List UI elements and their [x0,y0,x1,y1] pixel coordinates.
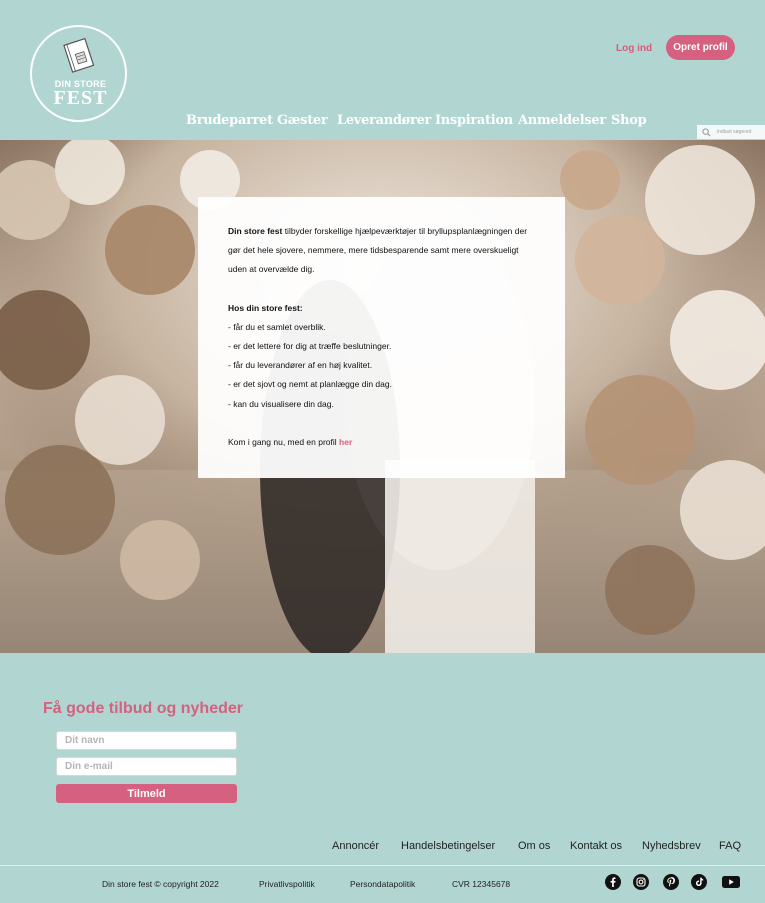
logo-line-2: FEST [53,87,108,109]
footer-link-nyhedsbrev[interactable]: Nyhedsbrev [642,840,701,852]
nav-gaester[interactable]: Gæster [277,113,328,128]
instagram-icon[interactable] [633,874,649,890]
youtube-icon[interactable] [722,874,740,890]
intro-list-title: Hos din store fest: [228,302,303,313]
footer-divider [0,865,765,866]
footer-link-faq[interactable]: FAQ [719,840,741,852]
newsletter-title: Få gode tilbud og nyheder [43,700,243,717]
intro-brand: Din store fest [228,226,283,236]
footer-link-handelsbetingelser[interactable]: Handelsbetingelser [401,840,495,852]
intro-card: Din store fest tilbyder forskellige hjæl… [198,197,565,478]
search-icon[interactable] [702,127,711,137]
facebook-icon[interactable] [605,874,621,890]
footer-link-om-os[interactable]: Om os [518,840,550,852]
notebook-icon [63,37,95,73]
intro-list-item: - kan du visualisere din dag. [228,398,334,409]
nav-brudeparret[interactable]: Brudeparret [186,113,273,128]
name-field[interactable] [56,731,237,750]
pinterest-icon[interactable] [663,874,679,890]
email-field[interactable] [56,757,237,776]
intro-list-item: - får du leverandører af en høj kvalitet… [228,360,373,371]
login-link[interactable]: Log ind [616,43,652,54]
search-input[interactable] [717,129,763,135]
subscribe-button[interactable]: Tilmeld [56,784,237,803]
intro-cta-text: Kom i gang nu, med en profil [228,436,340,447]
intro-list-item: - får du et samlet overblik. [228,321,326,332]
footer-link-kontakt[interactable]: Kontakt os [570,840,622,852]
intro-cta-link[interactable]: her [339,437,352,447]
data-policy-link[interactable]: Persondatapolitik [350,879,415,889]
intro-list-item: - er det lettere for dig at træffe beslu… [228,341,392,352]
nav-shop[interactable]: Shop [611,113,647,128]
tiktok-icon[interactable] [691,874,707,890]
cvr-number: CVR 12345678 [452,879,511,889]
nav-anmeldelser[interactable]: Anmeldelser [518,113,606,128]
copyright: Din store fest © copyright 2022 [102,879,219,889]
signup-button[interactable]: Opret profil [666,35,735,60]
nav-leverandoerer[interactable]: Leverandører [337,113,431,128]
logo[interactable]: DIN STORE FEST [30,25,127,122]
footer-link-annoncer[interactable]: Annoncér [332,840,379,852]
search-box [697,125,765,139]
privacy-link[interactable]: Privatlivspolitik [259,879,315,889]
intro-paragraph: Din store fest tilbyder forskellige hjæl… [228,222,535,280]
nav-inspiration[interactable]: Inspiration [435,113,513,128]
intro-list-item: - er det sjovt og nemt at planlægge din … [228,379,392,390]
